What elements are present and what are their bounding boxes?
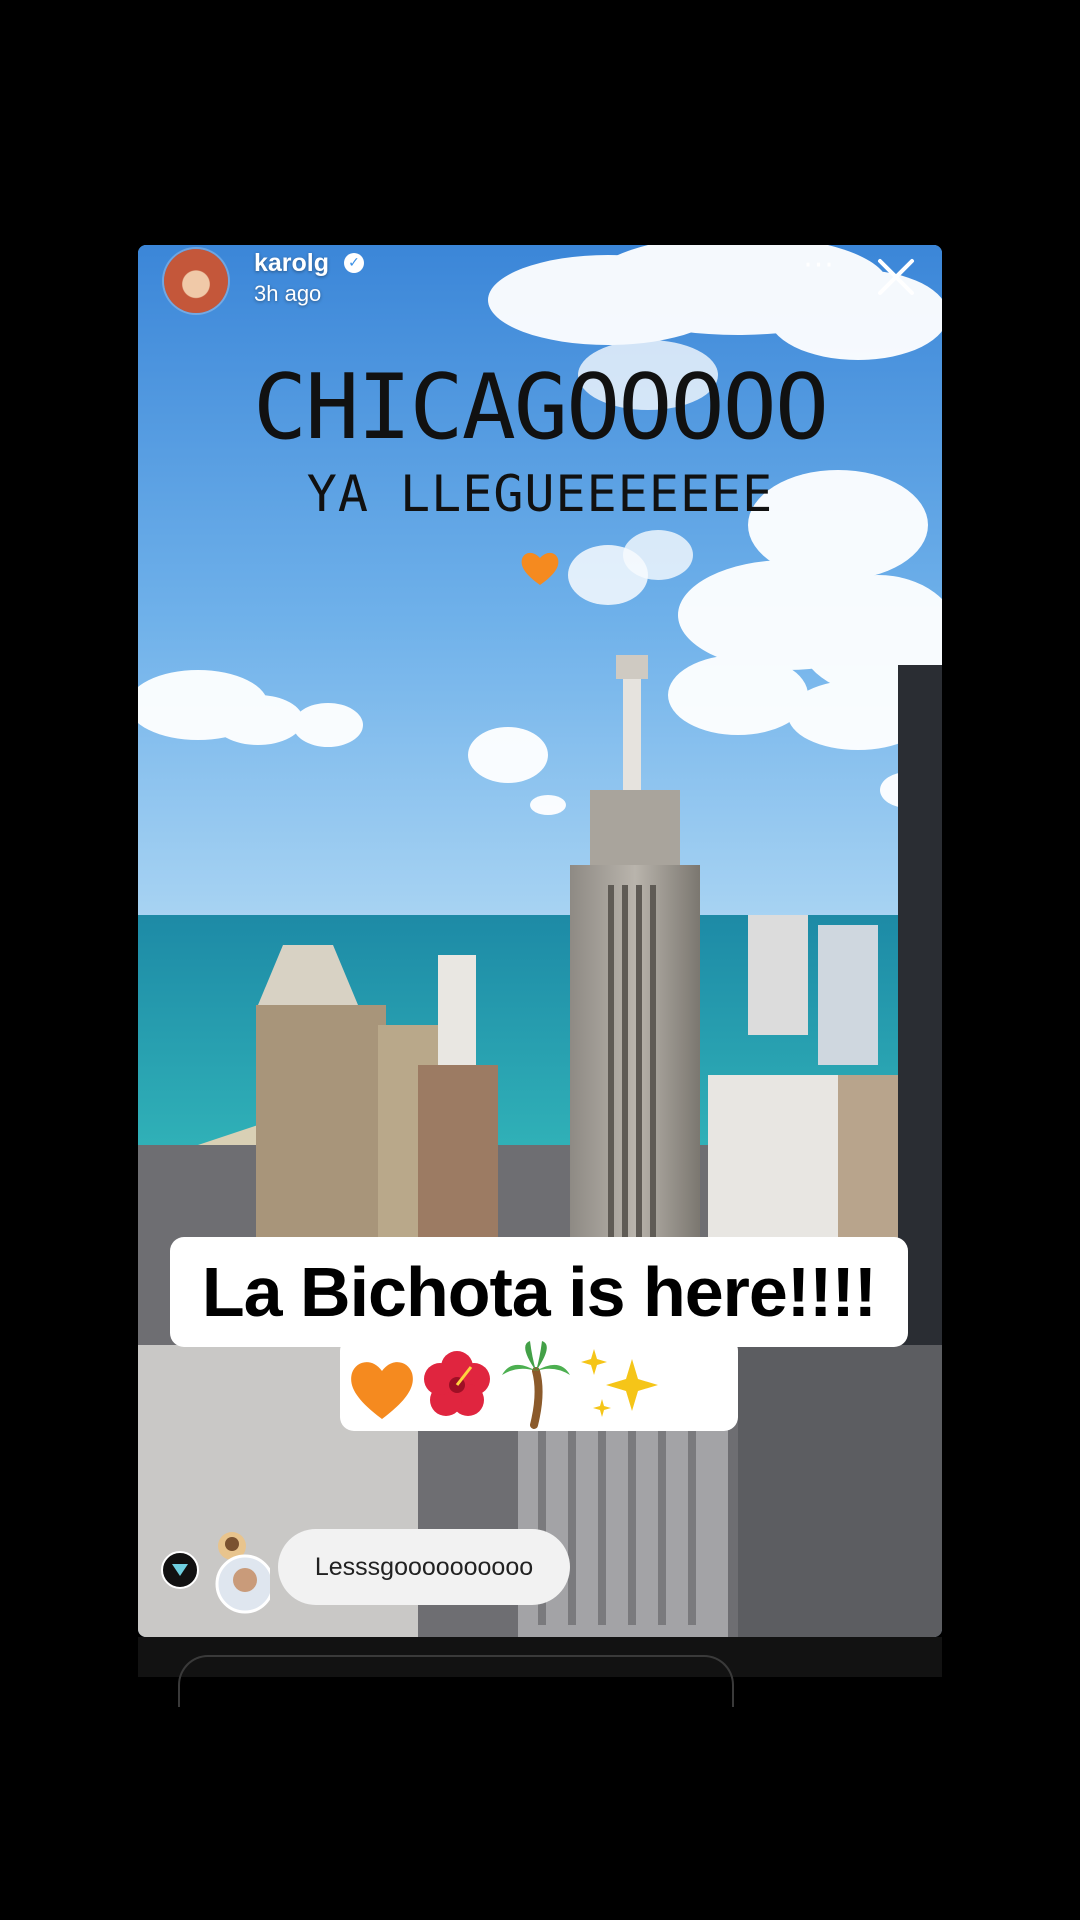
orange-heart-icon xyxy=(351,1362,413,1419)
username[interactable]: karolg xyxy=(254,249,329,278)
profile-avatar[interactable] xyxy=(164,249,228,313)
story-header: karolg ✓ 3h ago ··· xyxy=(138,245,942,325)
post-time: 3h ago xyxy=(254,281,322,306)
sparkles-icon xyxy=(581,1349,658,1417)
story-subline: YA LLEGUEEEEEEE xyxy=(306,465,774,523)
story-headline: CHICAGOOOOO xyxy=(252,355,829,460)
reply-text: Lesssgoooooooooo xyxy=(314,1553,534,1581)
palm-tree-icon xyxy=(502,1341,570,1429)
close-icon[interactable] xyxy=(872,253,920,301)
reply-bar xyxy=(138,1637,942,1707)
emoji-sticker: 🧡🌺🌴✨ xyxy=(340,1337,738,1431)
emoji-graphics xyxy=(351,1341,658,1429)
more-dots-icon: ··· xyxy=(803,248,835,283)
viewer-avatars xyxy=(161,1532,270,1614)
message-input[interactable] xyxy=(178,1655,734,1707)
orange-heart-icon xyxy=(521,552,559,585)
story-viewer[interactable]: karolg ✓ 3h ago ··· CHICAGOOOOO YA LLEGU… xyxy=(138,245,942,1637)
verified-badge-icon: ✓ xyxy=(344,253,364,273)
caption-sticker: La Bichota is here!!!! xyxy=(170,1237,908,1347)
more-options-button[interactable]: ··· xyxy=(794,251,844,291)
caption-text: La Bichota is here!!!! xyxy=(201,1253,877,1331)
hibiscus-icon xyxy=(424,1351,490,1416)
reply-bubble[interactable]: Lesssgoooooooooo xyxy=(278,1529,570,1605)
